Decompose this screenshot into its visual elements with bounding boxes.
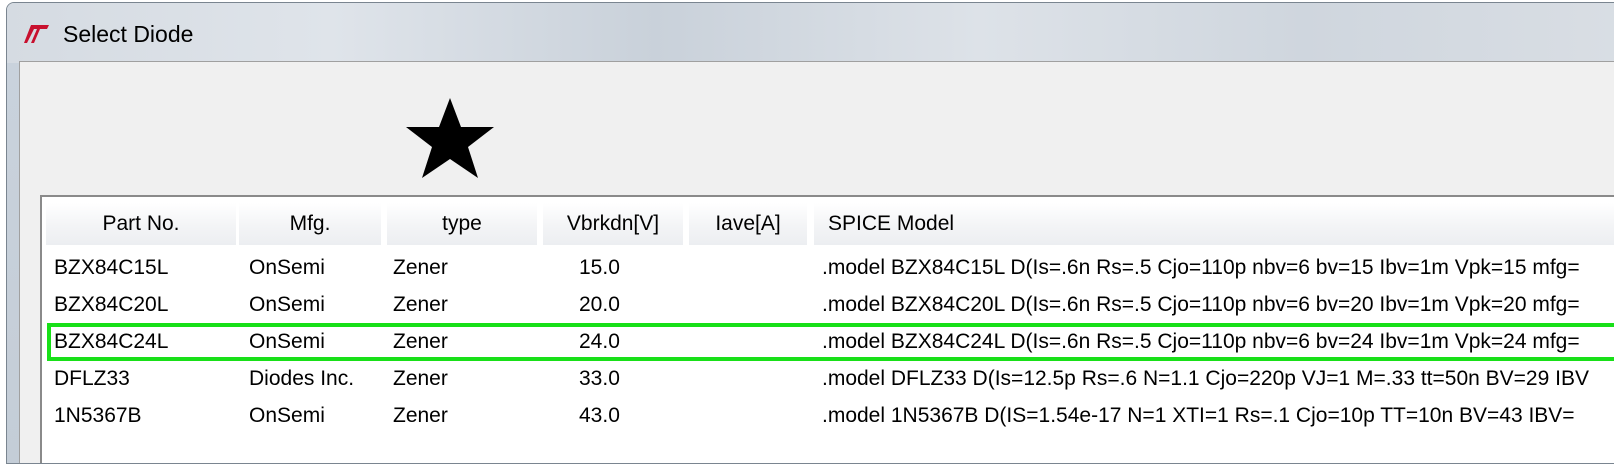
column-header-vbrkdn[interactable]: Vbrkdn[V] — [543, 203, 684, 245]
table-row[interactable]: 1N5367B OnSemi Zener 43.0 .model 1N5367B… — [46, 397, 1614, 434]
window-title: Select Diode — [63, 21, 194, 47]
dialog-client-area: Part No. Mfg. type Vbrkdn[V] Iave[A] SPI… — [19, 61, 1614, 463]
cell-type: Zener — [393, 330, 448, 353]
cell-spice-model: .model BZX84C20L D(Is=.6n Rs=.5 Cjo=110p… — [822, 293, 1580, 316]
cell-spice-model: .model BZX84C24L D(Is=.6n Rs=.5 Cjo=110p… — [822, 330, 1580, 353]
cell-spice-model: .model 1N5367B D(IS=1.54e-17 N=1 XTI=1 R… — [822, 404, 1575, 427]
cell-type: Zener — [393, 293, 448, 316]
diode-list[interactable]: Part No. Mfg. type Vbrkdn[V] Iave[A] SPI… — [40, 195, 1614, 463]
cell-vbrkdn: 20.0 — [579, 293, 620, 316]
table-row-selected[interactable]: BZX84C24L OnSemi Zener 24.0 .model BZX84… — [47, 323, 1614, 361]
table-row[interactable]: DFLZ33 Diodes Inc. Zener 33.0 .model DFL… — [46, 360, 1614, 397]
cell-type: Zener — [393, 404, 448, 427]
cell-type: Zener — [393, 256, 448, 279]
cell-part-no: 1N5367B — [54, 404, 142, 427]
cell-part-no: BZX84C15L — [54, 256, 169, 279]
cell-type: Zener — [393, 367, 448, 390]
star-icon — [406, 98, 494, 178]
cell-vbrkdn: 24.0 — [579, 330, 620, 353]
cell-part-no: DFLZ33 — [54, 367, 130, 390]
cell-mfg: OnSemi — [249, 293, 325, 316]
cell-vbrkdn: 15.0 — [579, 256, 620, 279]
cell-spice-model: .model DFLZ33 D(Is=12.5p Rs=.6 N=1.1 Cjo… — [822, 367, 1589, 390]
cell-spice-model: .model BZX84C15L D(Is=.6n Rs=.5 Cjo=110p… — [822, 256, 1580, 279]
column-header-mfg[interactable]: Mfg. — [239, 203, 382, 245]
select-diode-dialog: Select Diode Part No. Mfg. type Vbrkdn[V… — [6, 2, 1614, 464]
cell-part-no: BZX84C24L — [54, 330, 169, 353]
column-header-type[interactable]: type — [387, 203, 538, 245]
ltspice-logo-icon — [24, 25, 49, 43]
table-row[interactable]: BZX84C20L OnSemi Zener 20.0 .model BZX84… — [46, 286, 1614, 323]
table-row[interactable]: BZX84C15L OnSemi Zener 15.0 .model BZX84… — [46, 249, 1614, 286]
title-bar[interactable]: Select Diode — [7, 3, 1614, 63]
column-header-spice-model[interactable]: SPICE Model — [814, 203, 1614, 245]
column-header-part-no[interactable]: Part No. — [46, 203, 237, 245]
cell-mfg: OnSemi — [249, 330, 325, 353]
table-header: Part No. Mfg. type Vbrkdn[V] Iave[A] SPI… — [46, 203, 1614, 245]
column-header-iave[interactable]: Iave[A] — [689, 203, 808, 245]
cell-mfg: OnSemi — [249, 404, 325, 427]
cell-mfg: Diodes Inc. — [249, 367, 355, 390]
cell-vbrkdn: 43.0 — [579, 404, 620, 427]
cell-vbrkdn: 33.0 — [579, 367, 620, 390]
cell-part-no: BZX84C20L — [54, 293, 169, 316]
cell-mfg: OnSemi — [249, 256, 325, 279]
